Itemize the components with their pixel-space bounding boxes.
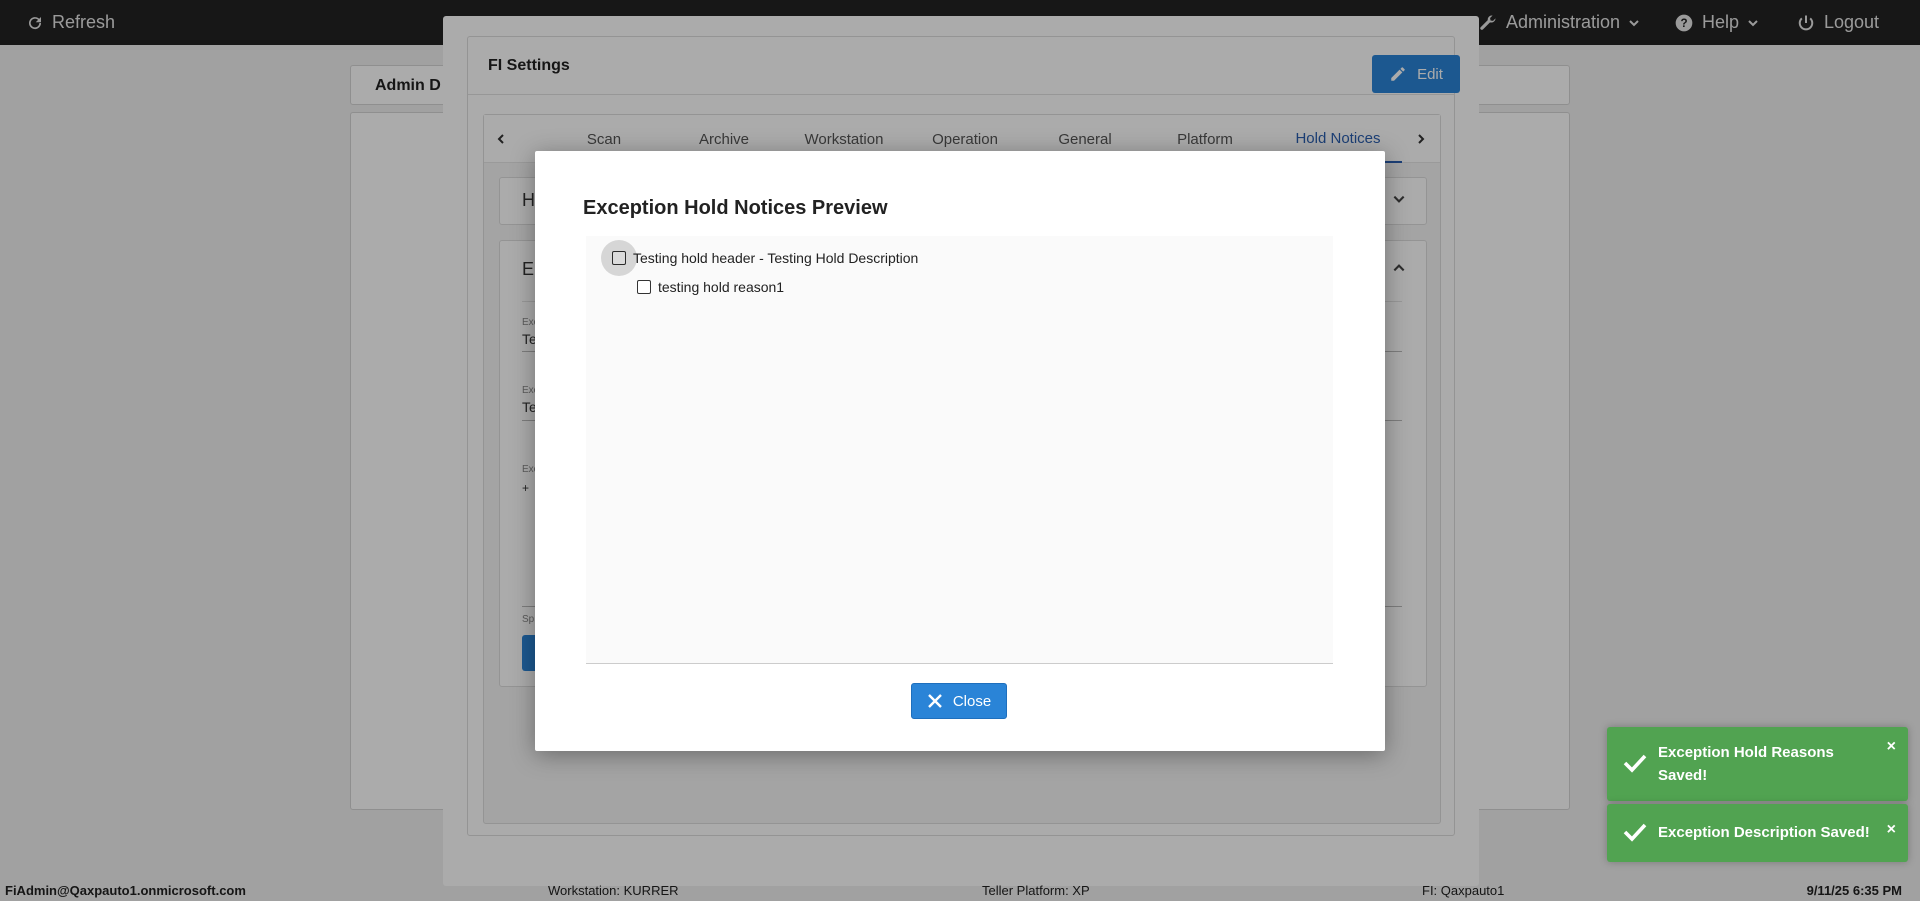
hold-header-item: Testing hold header - Testing Hold Descr…	[601, 240, 919, 276]
success-toast[interactable]: Exception Description Saved! ×	[1607, 804, 1908, 862]
toast-close-button[interactable]: ×	[1887, 738, 1896, 756]
close-icon	[927, 694, 942, 708]
success-toast[interactable]: Exception Hold Reasons Saved! ×	[1607, 727, 1908, 801]
check-icon	[1623, 754, 1647, 773]
preview-title: Exception Hold Notices Preview	[583, 197, 888, 219]
focus-ripple	[601, 240, 637, 276]
hold-notices-preview-dialog: Exception Hold Notices Preview Testing h…	[535, 151, 1385, 751]
hold-reason-item: testing hold reason1	[637, 279, 784, 295]
toast-message: Exception Description Saved!	[1658, 824, 1870, 841]
check-icon	[1623, 823, 1647, 842]
toast-message: Exception Hold Reasons Saved!	[1658, 744, 1834, 784]
hold-header-label: Testing hold header - Testing Hold Descr…	[633, 250, 919, 266]
hold-header-checkbox[interactable]	[601, 240, 637, 276]
close-label: Close	[952, 692, 992, 710]
hold-reason-checkbox[interactable]	[637, 280, 651, 294]
hold-reason-label: testing hold reason1	[658, 279, 785, 295]
preview-content: Testing hold header - Testing Hold Descr…	[586, 236, 1333, 664]
close-button[interactable]: Close	[911, 683, 1007, 719]
toast-close-button[interactable]: ×	[1887, 821, 1896, 839]
